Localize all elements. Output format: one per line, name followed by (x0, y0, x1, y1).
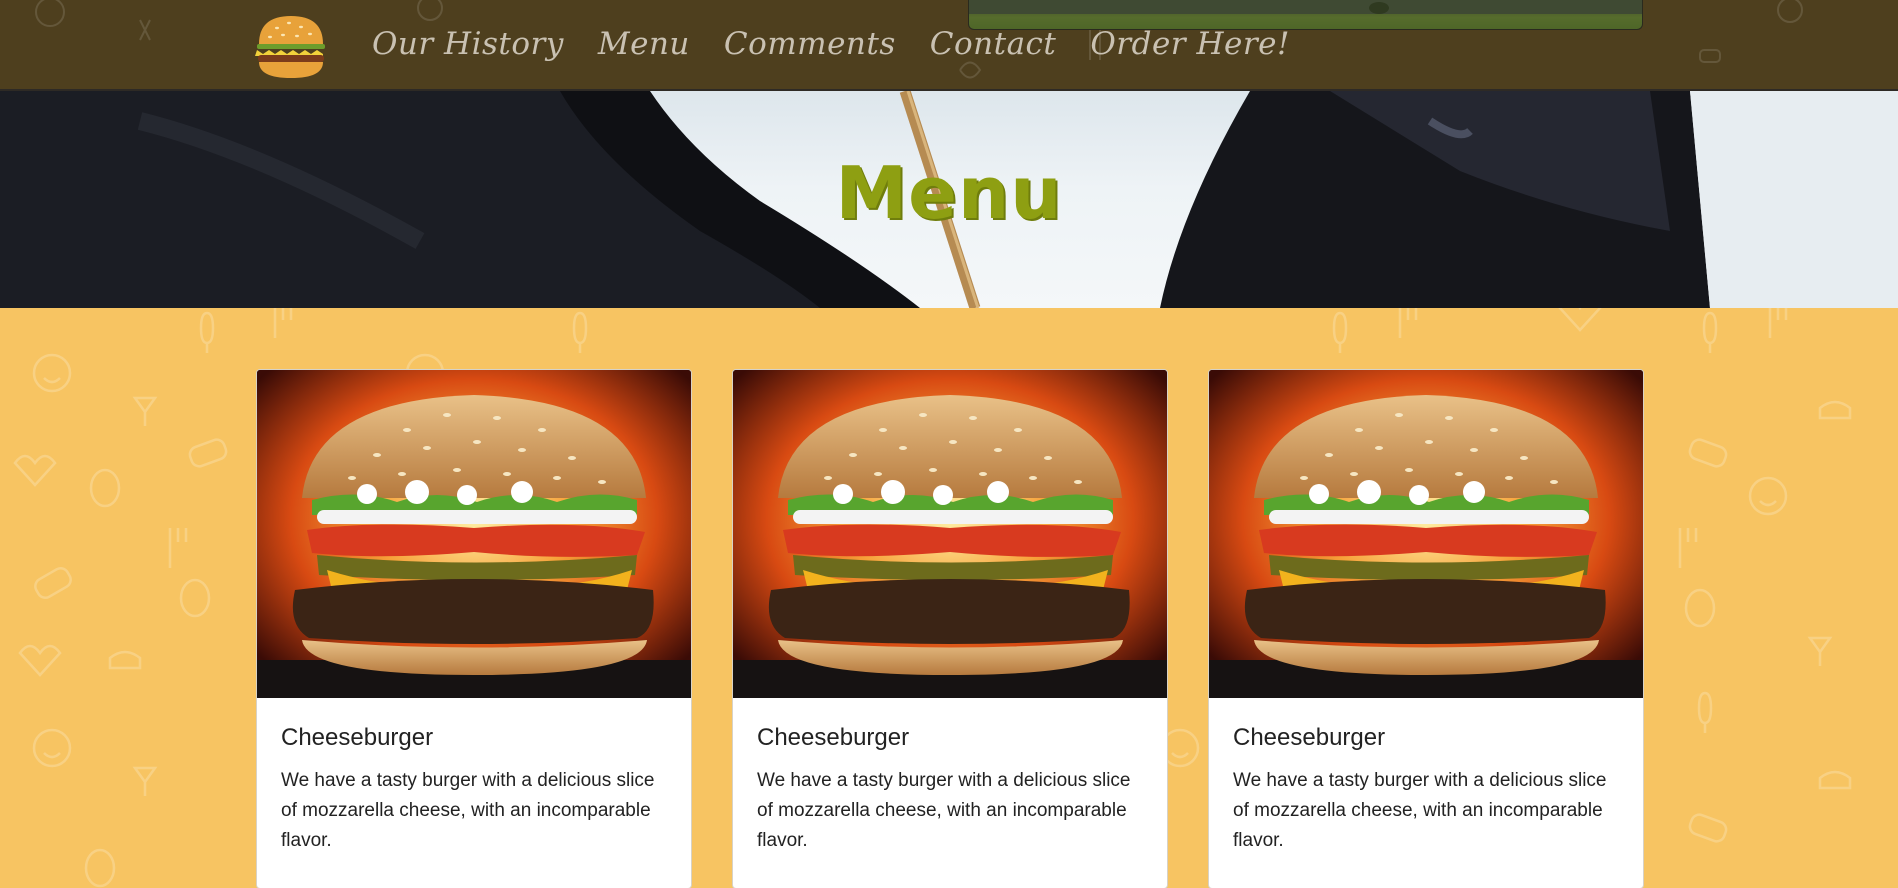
video-thumbnail-image (969, 0, 1642, 14)
menu-cards: Cheeseburger We have a tasty burger with… (256, 369, 1644, 888)
video-thumbnail[interactable] (968, 0, 1643, 30)
hero-banner: Menu (0, 91, 1898, 308)
cheeseburger-photo (1209, 370, 1643, 698)
card-body: Cheeseburger We have a tasty burger with… (733, 698, 1167, 856)
card-description: We have a tasty burger with a delicious … (281, 770, 655, 851)
cheeseburger-photo (257, 370, 691, 698)
nav-link-menu[interactable]: Menu (598, 24, 690, 64)
nav-links: Our History Menu Comments Contact Order … (372, 24, 1324, 64)
menu-card[interactable]: Cheeseburger We have a tasty burger with… (256, 369, 692, 888)
nav-link-order-here[interactable]: Order Here! (1090, 24, 1290, 64)
page-title: Menu (835, 151, 1063, 235)
cheeseburger-photo (733, 370, 1167, 698)
card-body: Cheeseburger We have a tasty burger with… (257, 698, 691, 856)
card-description: We have a tasty burger with a delicious … (757, 770, 1131, 851)
menu-section: Cheeseburger We have a tasty burger with… (0, 308, 1898, 888)
navbar: Our History Menu Comments Contact Order … (0, 0, 1898, 91)
card-description: We have a tasty burger with a delicious … (1233, 770, 1607, 851)
nav-link-comments[interactable]: Comments (724, 24, 896, 64)
card-title: Cheeseburger (281, 724, 434, 751)
nav-link-our-history[interactable]: Our History (372, 24, 564, 64)
card-title: Cheeseburger (1233, 724, 1386, 751)
menu-card[interactable]: Cheeseburger We have a tasty burger with… (732, 369, 1168, 888)
nav-link-contact[interactable]: Contact (930, 24, 1057, 64)
card-body: Cheeseburger We have a tasty burger with… (1209, 698, 1643, 856)
burger-logo-icon[interactable] (255, 14, 327, 80)
card-title: Cheeseburger (757, 724, 910, 751)
menu-card[interactable]: Cheeseburger We have a tasty burger with… (1208, 369, 1644, 888)
